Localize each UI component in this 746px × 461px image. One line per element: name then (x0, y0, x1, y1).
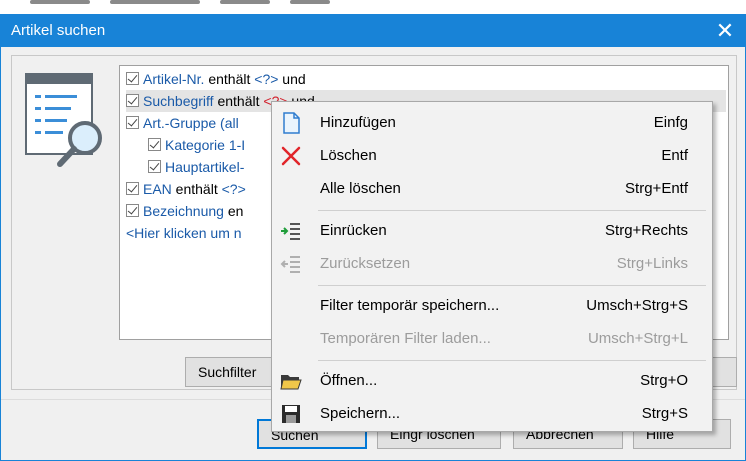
checkbox[interactable] (126, 116, 139, 129)
save-disk-icon (282, 405, 300, 423)
menu-item-temporaeren-filter-laden[interactable]: Temporären Filter laden... Umsch+Strg+L (274, 323, 710, 355)
menu-item-loeschen[interactable]: Löschen Entf (274, 140, 710, 172)
indent-icon (281, 223, 300, 240)
menu-item-zuruecksetzen[interactable]: Zurücksetzen Strg+Links (274, 248, 710, 280)
filter-row[interactable]: Artikel-Nr. enthält <?> und (126, 68, 726, 90)
menu-item-filter-temporaer-speichern[interactable]: Filter temporär speichern... Umsch+Strg+… (274, 290, 710, 322)
outdent-icon (280, 256, 300, 273)
title-bar: Artikel suchen ✕ (1, 15, 745, 47)
checkbox[interactable] (148, 160, 161, 173)
close-button[interactable]: ✕ (705, 15, 745, 47)
menu-separator (318, 285, 706, 286)
context-menu: Hinzufügen Einfg Löschen Entf Alle lösch… (271, 101, 713, 432)
checkbox[interactable] (148, 138, 161, 151)
open-folder-icon (280, 375, 302, 390)
menu-item-einruecken[interactable]: Einrücken Strg+Rechts (274, 215, 710, 247)
menu-separator (318, 360, 706, 361)
add-document-icon (283, 112, 300, 134)
menu-item-alle-loeschen[interactable]: Alle löschen Strg+Entf (274, 173, 710, 205)
checkbox[interactable] (126, 72, 139, 85)
menu-item-oeffnen[interactable]: Öffnen... Strg+O (274, 365, 710, 397)
search-list-icon (25, 73, 102, 167)
window-title: Artikel suchen (11, 22, 106, 39)
menu-separator (318, 210, 706, 211)
checkbox[interactable] (126, 182, 139, 195)
menu-item-hinzufuegen[interactable]: Hinzufügen Einfg (274, 107, 710, 139)
checkbox[interactable] (126, 204, 139, 217)
delete-x-icon (281, 146, 301, 166)
checkbox[interactable] (126, 94, 139, 107)
background-window-strip (0, 0, 746, 14)
menu-item-speichern[interactable]: Speichern... Strg+S (274, 398, 710, 430)
